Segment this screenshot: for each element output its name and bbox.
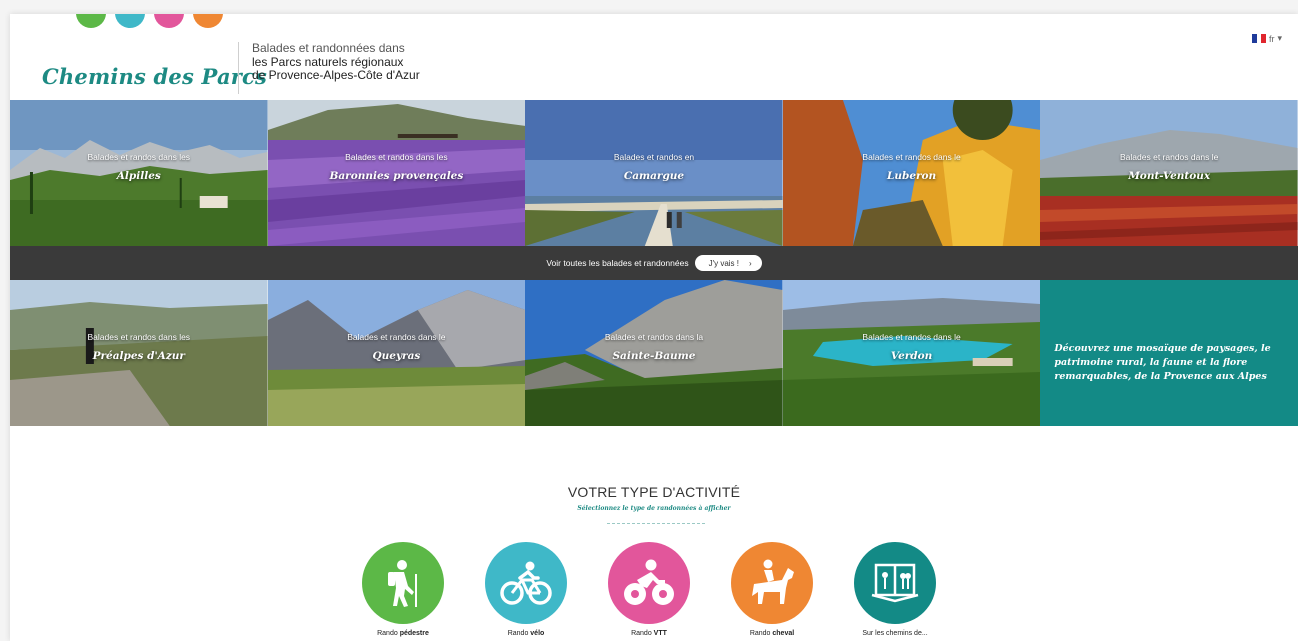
horse-rider-icon <box>752 559 794 604</box>
activity-label: Rando vélo <box>485 630 567 637</box>
all-walks-text: Voir toutes les balades et randonnées <box>546 258 689 268</box>
park-tile-sainte-baume[interactable]: Balades et randos dans la Sainte-Baume <box>525 280 783 426</box>
activity-label-bold: cheval <box>772 630 795 637</box>
promo-tile: Découvrez une mosaïque de paysages, le p… <box>1040 280 1298 426</box>
activity-label-prefix: Rando <box>377 630 400 637</box>
parks-row-1: Balades et randos dans les Alpilles Bala… <box>10 100 1298 246</box>
park-tile-camargue[interactable]: Balades et randos en Camargue <box>525 100 783 246</box>
brand-dot <box>193 14 223 28</box>
park-caption: Balades et randos dans le <box>862 152 961 162</box>
activity-label-prefix: Rando <box>631 630 654 637</box>
button-label: J'y vais ! <box>708 258 739 268</box>
activity-label: Rando cheval <box>731 630 813 637</box>
site-logo[interactable]: Chemins des Parcs <box>42 64 267 89</box>
caret-down-icon: ▾ <box>1277 33 1282 43</box>
park-name: Alpilles <box>116 170 161 182</box>
activity-title: VOTRE TYPE D'ACTIVITÉ <box>567 484 741 500</box>
park-caption: Balades et randos dans les <box>87 332 191 342</box>
park-caption: Balades et randos dans les <box>345 152 448 162</box>
park-caption: Balades et randos dans les <box>87 152 191 162</box>
language-code: fr <box>1268 33 1275 44</box>
activity-circle <box>854 542 936 624</box>
tagline-line: les Parcs naturels régionaux <box>252 54 404 69</box>
mountain-bike-icon <box>624 559 674 605</box>
brand-dots <box>76 14 223 28</box>
park-tile-verdon[interactable]: Balades et randos dans le Verdon <box>782 280 1041 426</box>
france-flag-icon <box>1251 34 1266 43</box>
divider <box>607 523 705 524</box>
book-icon <box>871 563 919 603</box>
brand-dot <box>154 14 184 28</box>
divider <box>238 42 239 94</box>
parks-row-2: Balades et randos dans les Préalpes d'Az… <box>10 280 1298 426</box>
park-name: Queyras <box>372 350 421 362</box>
park-name: Verdon <box>890 350 933 362</box>
park-name: Préalpes d'Azur <box>92 350 185 362</box>
park-name: Mont-Ventoux <box>1128 170 1211 182</box>
chevron-right-icon: › <box>749 258 752 268</box>
jy-vais-button[interactable]: J'y vais ! › <box>694 255 762 271</box>
park-tile-baronnies[interactable]: Balades et randos dans les Baronnies pro… <box>267 100 526 246</box>
hiker-icon <box>388 560 417 607</box>
brand-dot <box>76 14 106 28</box>
activity-label-bold: pédestre <box>399 630 429 637</box>
park-tile-prealpes-azur[interactable]: Balades et randos dans les Préalpes d'Az… <box>10 280 268 426</box>
language-selector[interactable]: fr ▾ <box>1251 33 1282 44</box>
park-name: Sainte-Baume <box>612 350 696 362</box>
activity-label: Rando VTT <box>608 630 690 637</box>
activity-list: Rando pédestre Rando vélo Rando VTT Rand… <box>362 542 936 637</box>
page: Chemins des Parcs Balades et randonnées … <box>10 14 1298 641</box>
brand-dot <box>115 14 145 28</box>
activity-circle <box>608 542 690 624</box>
activity-circle <box>362 542 444 624</box>
activity-label-prefix: Rando <box>507 630 531 637</box>
activity-chemins[interactable]: Sur les chemins de... <box>854 542 936 637</box>
tagline-line: de Provence-Alpes-Côte d'Azur <box>252 68 420 82</box>
park-name: Camargue <box>623 170 685 182</box>
park-caption: Balades et randos dans le <box>862 332 961 342</box>
promo-text: Découvrez une mosaïque de paysages, le p… <box>1054 343 1271 382</box>
activity-circle <box>485 542 567 624</box>
park-name: Luberon <box>886 170 937 182</box>
activity-label-bold: VTT <box>653 630 667 637</box>
activity-pedestre[interactable]: Rando pédestre <box>362 542 444 637</box>
park-caption: Balades et randos en <box>613 152 695 162</box>
tagline-line: Balades et randonnées dans <box>252 41 405 55</box>
site-header: Chemins des Parcs Balades et randonnées … <box>10 14 1298 100</box>
activity-label-prefix: Sur les chemins de... <box>862 630 928 637</box>
activity-velo[interactable]: Rando vélo <box>485 542 567 637</box>
park-tile-queyras[interactable]: Balades et randos dans le Queyras <box>267 280 526 426</box>
park-name: Baronnies provençales <box>329 170 464 182</box>
all-walks-band: Voir toutes les balades et randonnées J'… <box>10 246 1298 280</box>
park-tile-mont-ventoux[interactable]: Balades et randos dans le Mont-Ventoux <box>1040 100 1298 246</box>
activity-circle <box>731 542 813 624</box>
activity-label: Rando pédestre <box>362 630 444 637</box>
activity-label: Sur les chemins de... <box>854 630 936 637</box>
bicycle-icon <box>500 561 552 605</box>
activity-label-prefix: Rando <box>749 630 773 637</box>
activity-label-bold: vélo <box>530 630 545 637</box>
park-tile-alpilles[interactable]: Balades et randos dans les Alpilles <box>10 100 268 246</box>
park-caption: Balades et randos dans la <box>604 332 704 342</box>
park-caption: Balades et randos dans le <box>1120 152 1219 162</box>
activity-subtitle: Sélectionnez le type de randonnées à aff… <box>577 505 731 512</box>
park-caption: Balades et randos dans le <box>347 332 446 342</box>
site-tagline: Balades et randonnées dans les Parcs nat… <box>252 41 420 83</box>
activity-vtt[interactable]: Rando VTT <box>608 542 690 637</box>
park-tile-luberon[interactable]: Balades et randos dans le Luberon <box>782 100 1041 246</box>
activity-cheval[interactable]: Rando cheval <box>731 542 813 637</box>
